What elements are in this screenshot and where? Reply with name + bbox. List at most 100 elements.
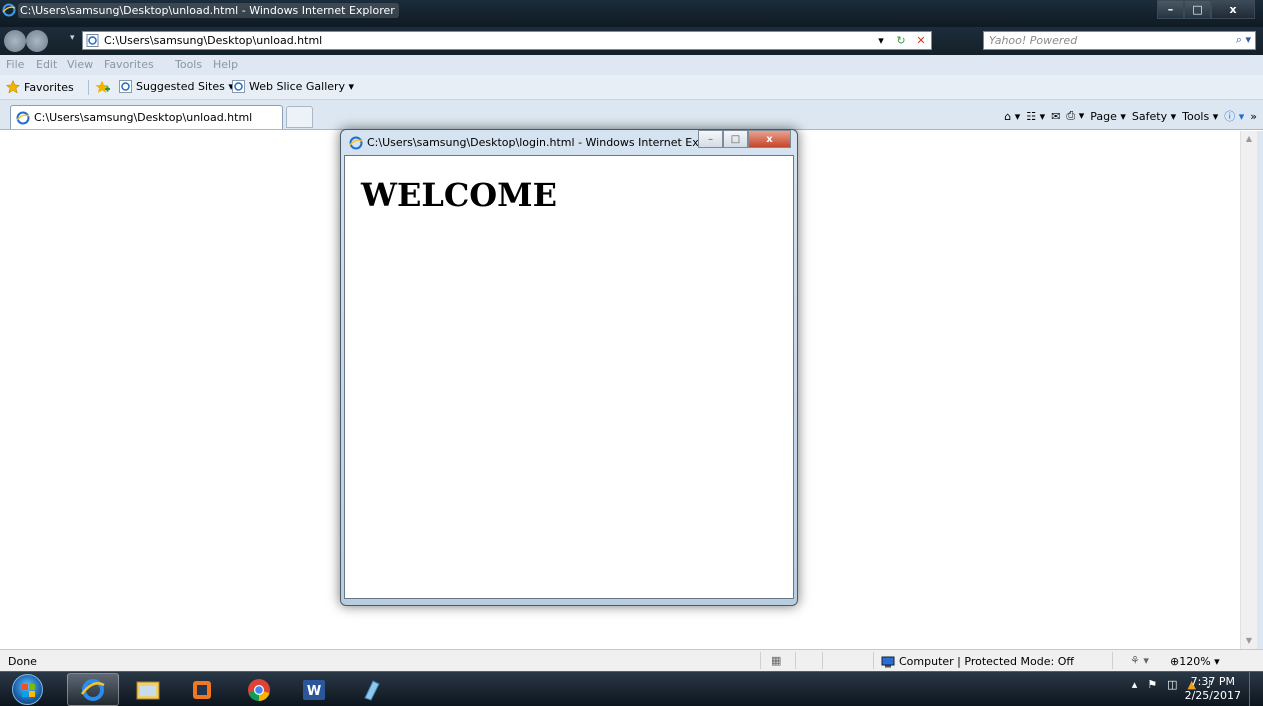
window-titlebar: C:\Users\samsung\Desktop\unload.html - W… xyxy=(0,0,1263,27)
popup-blocker-icon[interactable]: ▦ xyxy=(771,654,781,667)
menu-view[interactable]: View xyxy=(67,58,93,71)
ie-page-icon xyxy=(232,80,245,93)
favorites-label: Favorites xyxy=(24,80,74,94)
menu-file[interactable]: File xyxy=(6,58,24,71)
security-zone-label: Computer | Protected Mode: Off xyxy=(899,655,1074,668)
add-to-favorites-bar-button[interactable] xyxy=(95,80,111,94)
notes-icon xyxy=(364,679,380,701)
scroll-down-arrow[interactable]: ▼ xyxy=(1241,633,1257,649)
refresh-icon[interactable]: ↻ xyxy=(891,34,911,47)
recent-pages-dropdown[interactable]: ▾ xyxy=(70,33,75,43)
window-controls: – □ x xyxy=(1157,0,1255,19)
status-separator xyxy=(760,652,761,669)
mail-icon[interactable]: ✉ xyxy=(1051,110,1060,123)
favorites-separator xyxy=(88,80,89,95)
status-separator xyxy=(1112,652,1113,669)
forward-button[interactable] xyxy=(26,30,48,52)
menu-edit[interactable]: Edit xyxy=(36,58,57,71)
clock-time: 7:37 PM xyxy=(1190,675,1235,688)
search-box[interactable]: Yahoo! Powered ⌕ ▾ xyxy=(983,31,1256,50)
address-bar[interactable]: C:\Users\samsung\Desktop\unload.html ▾ ↻… xyxy=(82,31,932,50)
safety-menu[interactable]: Safety ▾ xyxy=(1132,110,1176,123)
folder-icon xyxy=(136,681,160,699)
popup-close-button[interactable]: x xyxy=(748,130,791,148)
close-button[interactable]: x xyxy=(1211,0,1255,19)
media-player-icon xyxy=(193,680,211,699)
search-icon[interactable]: ⌕ ▾ xyxy=(1236,33,1251,47)
tab-label: C:\Users\samsung\Desktop\unload.html xyxy=(34,111,253,124)
word-icon: W xyxy=(303,679,325,700)
taskbar-media-player[interactable] xyxy=(176,673,228,706)
status-separator xyxy=(795,652,796,669)
start-button[interactable] xyxy=(12,674,43,705)
popup-title: C:\Users\samsung\Desktop\login.html - Wi… xyxy=(367,136,732,149)
menu-tools[interactable]: Tools xyxy=(175,58,202,71)
window-frame-edge xyxy=(1257,131,1263,651)
power-icon[interactable]: ◫ xyxy=(1167,678,1177,691)
chrome-icon xyxy=(248,678,270,701)
internet-explorer-icon xyxy=(349,136,363,150)
popup-minimize-button[interactable]: – xyxy=(698,130,723,148)
change-status-icon[interactable]: ⚘ ▾ xyxy=(1130,654,1149,667)
favorites-button[interactable]: Favorites xyxy=(6,80,74,94)
taskbar-file-explorer[interactable] xyxy=(122,673,174,706)
minimize-button[interactable]: – xyxy=(1157,0,1184,19)
address-row: ▾ C:\Users\samsung\Desktop\unload.html ▾… xyxy=(0,27,1263,55)
show-hidden-icons-icon[interactable]: ▴ xyxy=(1132,678,1138,691)
star-icon xyxy=(6,80,20,94)
search-provider: Yahoo! Powered xyxy=(989,34,1078,47)
internet-explorer-icon xyxy=(16,111,30,125)
menu-bar: File Edit View Favorites Tools Help xyxy=(0,55,1263,75)
address-controls: ▾ ↻ ✕ xyxy=(871,32,931,49)
scroll-up-arrow[interactable]: ▲ xyxy=(1241,131,1257,147)
navigation-buttons xyxy=(4,30,68,52)
taskbar-chrome[interactable] xyxy=(233,673,285,706)
menu-help[interactable]: Help xyxy=(213,58,238,71)
help-icon[interactable]: ⓘ ▾ xyxy=(1224,108,1244,124)
back-button[interactable] xyxy=(4,30,26,52)
home-icon[interactable]: ⌂ ▾ xyxy=(1004,110,1020,123)
suggested-sites-link[interactable]: Suggested Sites ▾ xyxy=(119,80,234,93)
print-icon[interactable]: ⎙ ▾ xyxy=(1066,109,1084,123)
status-bar: Done ▦ Computer | Protected Mode: Off ⚘ … xyxy=(0,649,1263,671)
page-menu[interactable]: Page ▾ xyxy=(1090,110,1126,123)
tab-row: C:\Users\samsung\Desktop\unload.html ⌂ ▾… xyxy=(0,100,1263,130)
suggested-sites-label: Suggested Sites ▾ xyxy=(136,80,234,93)
address-dropdown-icon[interactable]: ▾ xyxy=(871,34,891,47)
svg-text:W: W xyxy=(307,684,321,699)
tab-unload[interactable]: C:\Users\samsung\Desktop\unload.html xyxy=(10,105,283,129)
command-bar: ⌂ ▾ ☷ ▾ ✉ ⎙ ▾ Page ▾ Safety ▾ Tools ▾ ⓘ … xyxy=(998,106,1257,126)
computer-icon xyxy=(881,656,895,667)
status-separator xyxy=(873,652,874,669)
popup-window-controls: – □ x xyxy=(698,130,791,148)
status-separator xyxy=(822,652,823,669)
status-text: Done xyxy=(8,655,37,668)
system-clock[interactable]: 7:37 PM 2/25/2017 xyxy=(1185,675,1241,703)
welcome-heading: WELCOME xyxy=(361,176,557,214)
security-zone[interactable]: Computer | Protected Mode: Off xyxy=(881,655,1074,668)
tools-menu[interactable]: Tools ▾ xyxy=(1182,110,1218,123)
page-icon xyxy=(86,34,99,47)
taskbar-internet-explorer[interactable] xyxy=(67,673,119,706)
popup-content: WELCOME xyxy=(344,155,794,599)
web-slice-gallery-label: Web Slice Gallery ▾ xyxy=(249,80,355,93)
maximize-button[interactable]: □ xyxy=(1184,0,1211,19)
popup-maximize-button[interactable]: □ xyxy=(723,130,748,148)
web-slice-gallery-link[interactable]: Web Slice Gallery ▾ xyxy=(232,80,354,93)
new-tab-button[interactable] xyxy=(286,106,313,128)
action-center-flag-icon[interactable]: ⚑ xyxy=(1147,678,1157,691)
stop-icon[interactable]: ✕ xyxy=(911,34,931,47)
window-title: C:\Users\samsung\Desktop\unload.html - W… xyxy=(18,3,399,18)
show-desktop-button[interactable] xyxy=(1249,672,1263,706)
more-commands-icon[interactable]: » xyxy=(1250,110,1257,123)
ie-page-icon xyxy=(119,80,132,93)
windows-logo-icon xyxy=(22,684,35,697)
feeds-icon[interactable]: ☷ ▾ xyxy=(1026,110,1045,123)
clock-date: 2/25/2017 xyxy=(1184,689,1241,702)
taskbar-word[interactable]: W xyxy=(288,673,340,706)
menu-favorites[interactable]: Favorites xyxy=(104,58,154,71)
vertical-scrollbar[interactable]: ▲ ▼ xyxy=(1240,131,1257,649)
address-url[interactable]: C:\Users\samsung\Desktop\unload.html xyxy=(104,34,322,47)
zoom-level[interactable]: ⊕120% ▾ xyxy=(1170,655,1220,668)
taskbar-notes[interactable] xyxy=(345,673,397,706)
